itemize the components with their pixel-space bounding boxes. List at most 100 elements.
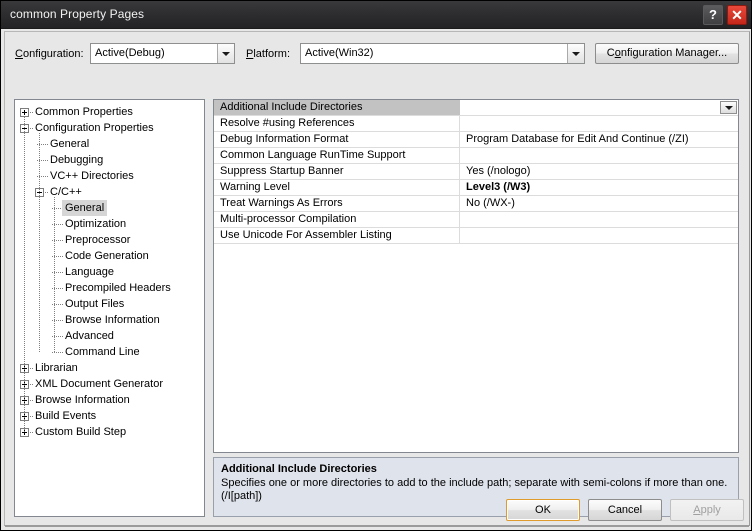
chevron-down-icon	[724, 105, 733, 110]
description-title: Additional Include Directories	[221, 463, 377, 475]
property-name: Additional Include Directories	[214, 100, 460, 115]
property-value[interactable]: No (/WX-)	[461, 196, 738, 211]
property-row[interactable]: Treat Warnings As Errors No (/WX-)	[214, 196, 738, 212]
platform-dropdown-button[interactable]	[567, 44, 584, 63]
tree-connector	[30, 400, 34, 401]
tree-item-label: Command Line	[65, 346, 140, 358]
property-value[interactable]	[461, 100, 738, 115]
platform-label-rest: latform:	[253, 48, 291, 60]
property-row[interactable]: Suppress Startup Banner Yes (/nologo)	[214, 164, 738, 180]
property-pages-dialog: common Property Pages ? ✕ Configuration:…	[0, 0, 752, 531]
tree-item-debugging[interactable]: Debugging	[15, 152, 204, 168]
tree-item-browse-information[interactable]: Browse Information	[15, 392, 204, 408]
configuration-label: Configuration:	[15, 48, 84, 60]
tree-item-output-files[interactable]: Output Files	[15, 296, 204, 312]
tree-item-label: Precompiled Headers	[65, 282, 171, 294]
property-grid[interactable]: Additional Include Directories Resolve #u…	[213, 99, 739, 453]
property-name: Common Language RunTime Support	[214, 148, 460, 163]
property-value[interactable]	[461, 148, 738, 163]
property-row[interactable]: Use Unicode For Assembler Listing	[214, 228, 738, 244]
tree-item-build-events[interactable]: Build Events	[15, 408, 204, 424]
title-bar[interactable]: common Property Pages ? ✕	[1, 1, 751, 29]
tree-connector	[45, 192, 49, 193]
tree-item-browse-information[interactable]: Browse Information	[15, 312, 204, 328]
tree-item-label: Code Generation	[65, 250, 149, 262]
tree-item-label: Common Properties	[35, 106, 133, 118]
tree-item-custom-build-step[interactable]: Custom Build Step	[15, 424, 204, 440]
configuration-manager-button[interactable]: Configuration Manager...	[595, 43, 739, 64]
tree-item-optimization[interactable]: Optimization	[15, 216, 204, 232]
tree-item-general[interactable]: General	[15, 200, 204, 216]
tree-item-label: Browse Information	[35, 394, 130, 406]
property-value[interactable]	[461, 212, 738, 227]
footer-separator	[5, 526, 749, 527]
configuration-dropdown-button[interactable]	[217, 44, 234, 63]
property-row[interactable]: Debug Information Format Program Database…	[214, 132, 738, 148]
window-title: common Property Pages	[10, 7, 145, 21]
close-icon[interactable]: ✕	[727, 5, 747, 25]
property-row[interactable]: Multi-processor Compilation	[214, 212, 738, 228]
tree-item-advanced[interactable]: Advanced	[15, 328, 204, 344]
tree-item-label: VC++ Directories	[50, 170, 134, 182]
tree-item-language[interactable]: Language	[15, 264, 204, 280]
property-name: Debug Information Format	[214, 132, 460, 147]
property-value[interactable]	[461, 228, 738, 243]
tree-item-general[interactable]: General	[15, 136, 204, 152]
tree-item-label: Custom Build Step	[35, 426, 127, 438]
expand-icon[interactable]	[20, 108, 29, 117]
property-row[interactable]: Resolve #using References	[214, 116, 738, 132]
apply-button[interactable]: Apply	[670, 499, 744, 521]
help-button[interactable]: ?	[703, 5, 723, 25]
tree-item-label: Browse Information	[65, 314, 160, 326]
tree-item-command-line[interactable]: Command Line	[15, 344, 204, 360]
property-value[interactable]	[461, 116, 738, 131]
configuration-accel-char: C	[15, 48, 23, 60]
tree-item-label: Language	[65, 266, 114, 278]
property-row[interactable]: Common Language RunTime Support	[214, 148, 738, 164]
apply-accel-char: A	[693, 504, 701, 516]
ok-button[interactable]: OK	[506, 499, 580, 521]
tree-item-precompiled-headers[interactable]: Precompiled Headers	[15, 280, 204, 296]
cfgmgr-pre: C	[606, 47, 615, 59]
tree-item-code-generation[interactable]: Code Generation	[15, 248, 204, 264]
tree-item-common-properties[interactable]: Common Properties	[15, 104, 204, 120]
property-pages-tree[interactable]: Common Properties Configuration Propertie…	[14, 99, 205, 517]
tree-item-label: Librarian	[35, 362, 78, 374]
tree-item-preprocessor[interactable]: Preprocessor	[15, 232, 204, 248]
tree-item-label: General	[50, 138, 90, 150]
cancel-button[interactable]: Cancel	[588, 499, 662, 521]
property-name: Resolve #using References	[214, 116, 460, 131]
tree-connector	[30, 384, 34, 385]
chevron-down-icon	[222, 51, 230, 56]
tree-item-label: Preprocessor	[65, 234, 131, 246]
tree-item-xml-document-generator[interactable]: XML Document Generator	[15, 376, 204, 392]
property-name: Use Unicode For Assembler Listing	[214, 228, 460, 243]
property-value[interactable]: Level3 (/W3)	[461, 180, 738, 195]
chevron-down-icon	[572, 51, 580, 56]
tree-item-librarian[interactable]: Librarian	[15, 360, 204, 376]
tree-connector	[30, 112, 34, 113]
configuration-value: Active(Debug)	[95, 47, 165, 59]
property-name: Multi-processor Compilation	[214, 212, 460, 227]
platform-combobox[interactable]: Active(Win32)	[300, 43, 585, 64]
platform-value: Active(Win32)	[305, 47, 374, 59]
property-name: Suppress Startup Banner	[214, 164, 460, 179]
property-name: Treat Warnings As Errors	[214, 196, 460, 211]
tree-item-configuration-properties[interactable]: Configuration Properties	[15, 120, 204, 136]
tree-connector	[30, 416, 34, 417]
property-value[interactable]: Program Database for Edit And Continue (…	[461, 132, 738, 147]
tree-item-label: XML Document Generator	[35, 378, 163, 390]
configuration-combobox[interactable]: Active(Debug)	[90, 43, 235, 64]
tree-item-label: Configuration Properties	[35, 122, 154, 134]
tree-item-c-c[interactable]: C/C++	[15, 184, 204, 200]
tree-connector	[54, 197, 55, 352]
property-value[interactable]: Yes (/nologo)	[461, 164, 738, 179]
property-row[interactable]: Warning Level Level3 (/W3)	[214, 180, 738, 196]
tree-item-vc-directories[interactable]: VC++ Directories	[15, 168, 204, 184]
cfgmgr-post: nfiguration Manager...	[620, 47, 728, 59]
property-row[interactable]: Additional Include Directories	[214, 100, 738, 116]
property-name: Warning Level	[214, 180, 460, 195]
tree-item-label: General	[62, 200, 108, 216]
property-dropdown-button[interactable]	[720, 101, 737, 114]
platform-label: Platform:	[246, 48, 290, 60]
